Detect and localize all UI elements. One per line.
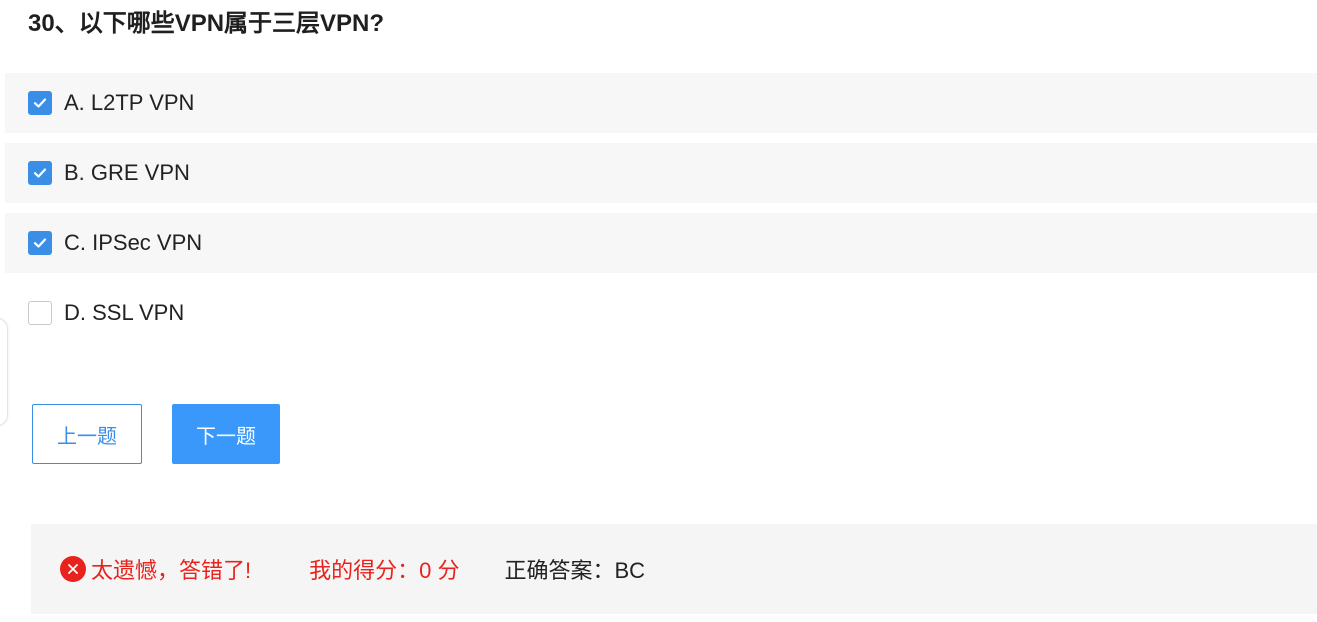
correct-answer: 正确答案：BC <box>504 558 646 583</box>
option-label: A. L2TP VPN <box>64 90 195 115</box>
checkbox-checked-icon[interactable] <box>28 91 52 115</box>
option-label: B. GRE VPN <box>64 160 190 185</box>
question-title: 30、以下哪些VPN属于三层VPN? <box>28 10 385 37</box>
option-b[interactable]: B. GRE VPN <box>5 143 1317 203</box>
option-c[interactable]: C. IPSec VPN <box>5 213 1317 273</box>
option-a[interactable]: A. L2TP VPN <box>5 73 1317 133</box>
wrong-circle-icon <box>60 556 86 582</box>
my-score: 我的得分：0 分 <box>309 558 460 583</box>
checkbox-checked-icon[interactable] <box>28 231 52 255</box>
checkbox-unchecked-icon[interactable] <box>28 301 52 325</box>
quiz-page: 30、以下哪些VPN属于三层VPN? A. L2TP VPN B. GRE VP… <box>0 0 1317 622</box>
result-status-text: 太遗憾，答错了! <box>91 558 252 583</box>
checkbox-checked-icon[interactable] <box>28 161 52 185</box>
option-d[interactable]: D. SSL VPN <box>5 283 1317 343</box>
option-label: C. IPSec VPN <box>64 230 203 255</box>
result-status: 太遗憾，答错了! <box>60 553 251 585</box>
options-list: A. L2TP VPN B. GRE VPN C. IPSec VPN D. S… <box>5 73 1317 353</box>
next-question-button[interactable]: 下一题 <box>172 404 280 464</box>
result-panel: 太遗憾，答错了! 我的得分：0 分 正确答案：BC <box>31 524 1317 614</box>
prev-question-button[interactable]: 上一题 <box>32 404 142 464</box>
option-label: D. SSL VPN <box>64 300 185 325</box>
